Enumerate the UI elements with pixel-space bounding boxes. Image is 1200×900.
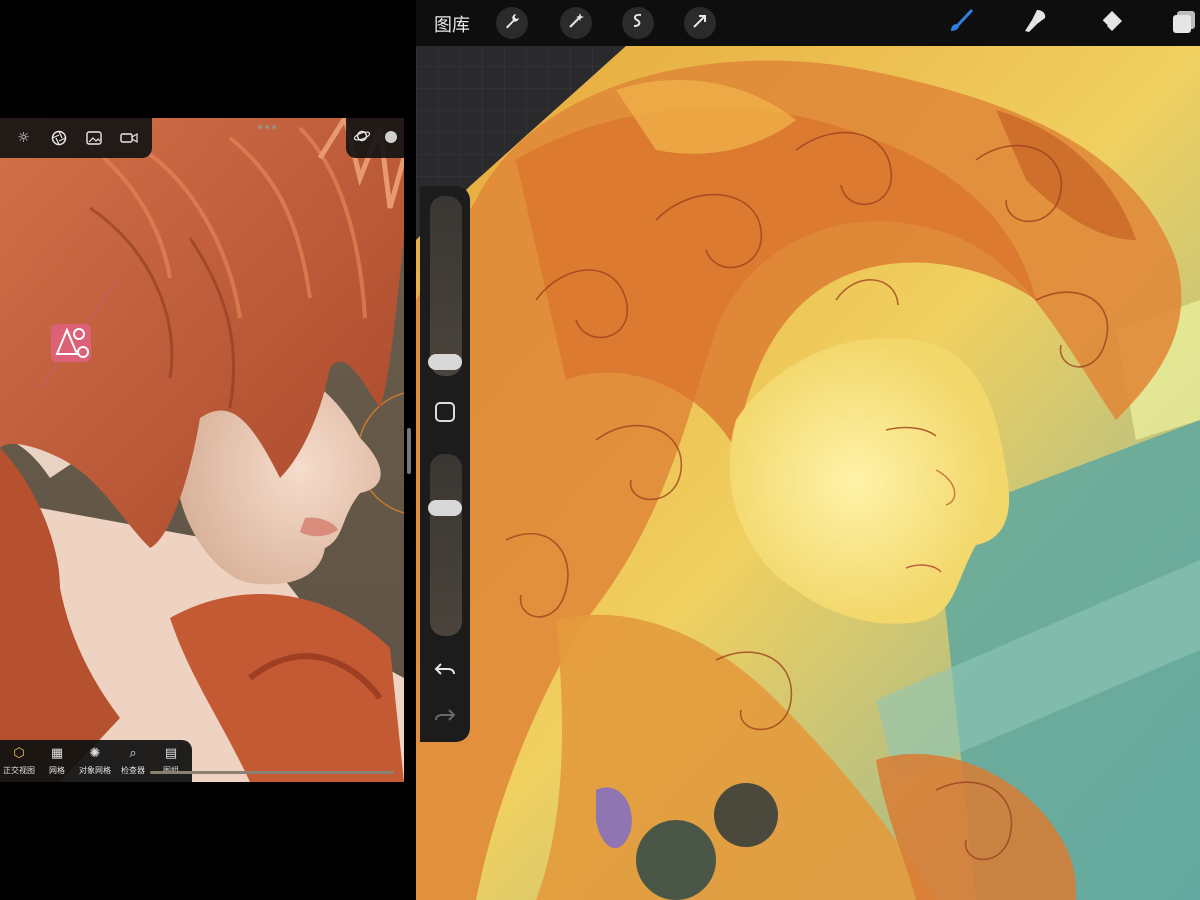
paint-app-pane: 图库 — [416, 0, 1200, 900]
split-view-divider[interactable] — [407, 428, 411, 474]
grid-button[interactable]: ▦ 网格 — [38, 745, 76, 776]
layers-icon: ▤ — [164, 746, 178, 761]
transform-button[interactable] — [684, 7, 716, 39]
eraser-icon — [1097, 7, 1125, 39]
paint-sidebar — [420, 186, 470, 742]
aperture-icon[interactable] — [50, 129, 68, 147]
smudge-tool-button[interactable] — [1020, 8, 1050, 38]
brush-icon — [947, 7, 975, 39]
sculpt-app-pane: ☼ ⬡ 正交视图 ▦ 网格 ✺ 对象网格 ⌕ 检查器 ▤ — [0, 0, 416, 900]
adjustments-button[interactable] — [560, 7, 592, 39]
redo-icon — [435, 709, 456, 721]
3d-viewport[interactable] — [0, 118, 404, 782]
opacity-slider[interactable] — [428, 454, 462, 636]
opacity-thumb[interactable] — [428, 500, 462, 516]
selection-button[interactable] — [622, 7, 654, 39]
inspector-button[interactable]: ⌕ 检查器 — [114, 745, 152, 776]
brush-size-slider[interactable] — [428, 196, 462, 376]
redo-button[interactable] — [434, 706, 456, 730]
window-grabber[interactable] — [258, 125, 278, 129]
object-grid-icon: ✺ — [89, 746, 101, 761]
sun-icon[interactable]: ☼ — [15, 129, 33, 147]
inspector-icon: ⌕ — [129, 746, 137, 761]
orbit-icon[interactable] — [353, 128, 371, 148]
arrow-icon — [691, 12, 709, 34]
gallery-button[interactable]: 图库 — [434, 11, 470, 37]
selection-icon — [629, 12, 647, 34]
sculpt-top-right-toolbar — [346, 118, 404, 158]
brush-tool-button[interactable] — [946, 8, 976, 38]
wrench-icon — [503, 12, 521, 34]
object-grid-button[interactable]: ✺ 对象网格 — [76, 745, 114, 776]
smudge-icon — [1021, 7, 1049, 39]
brush-size-thumb[interactable] — [428, 354, 462, 370]
paint-top-bar: 图库 — [416, 0, 1200, 46]
modify-button[interactable] — [435, 402, 455, 422]
transform-gizmo[interactable] — [49, 322, 93, 364]
layers-icon — [1169, 7, 1197, 39]
timeline-scrubber[interactable] — [150, 771, 394, 774]
ortho-view-button[interactable]: ⬡ 正交视图 — [0, 745, 38, 776]
undo-button[interactable] — [434, 660, 456, 684]
sculpt-model-render — [0, 118, 404, 782]
actions-button[interactable] — [496, 7, 528, 39]
video-icon[interactable] — [119, 129, 138, 147]
magic-wand-icon — [567, 12, 585, 34]
undo-icon — [434, 663, 455, 675]
sculpt-bottom-bar: ⬡ 正交视图 ▦ 网格 ✺ 对象网格 ⌕ 检查器 ▤ 图组 — [0, 740, 192, 782]
eraser-tool-button[interactable] — [1096, 8, 1126, 38]
image-icon[interactable] — [85, 129, 103, 147]
layers-button[interactable] — [1168, 8, 1198, 38]
grid-icon: ▦ — [50, 746, 64, 761]
sculpt-top-toolbar: ☼ — [0, 118, 152, 158]
painting-canvas[interactable] — [416, 0, 1200, 900]
sphere-icon[interactable] — [384, 129, 398, 148]
cube-icon: ⬡ — [13, 746, 25, 761]
